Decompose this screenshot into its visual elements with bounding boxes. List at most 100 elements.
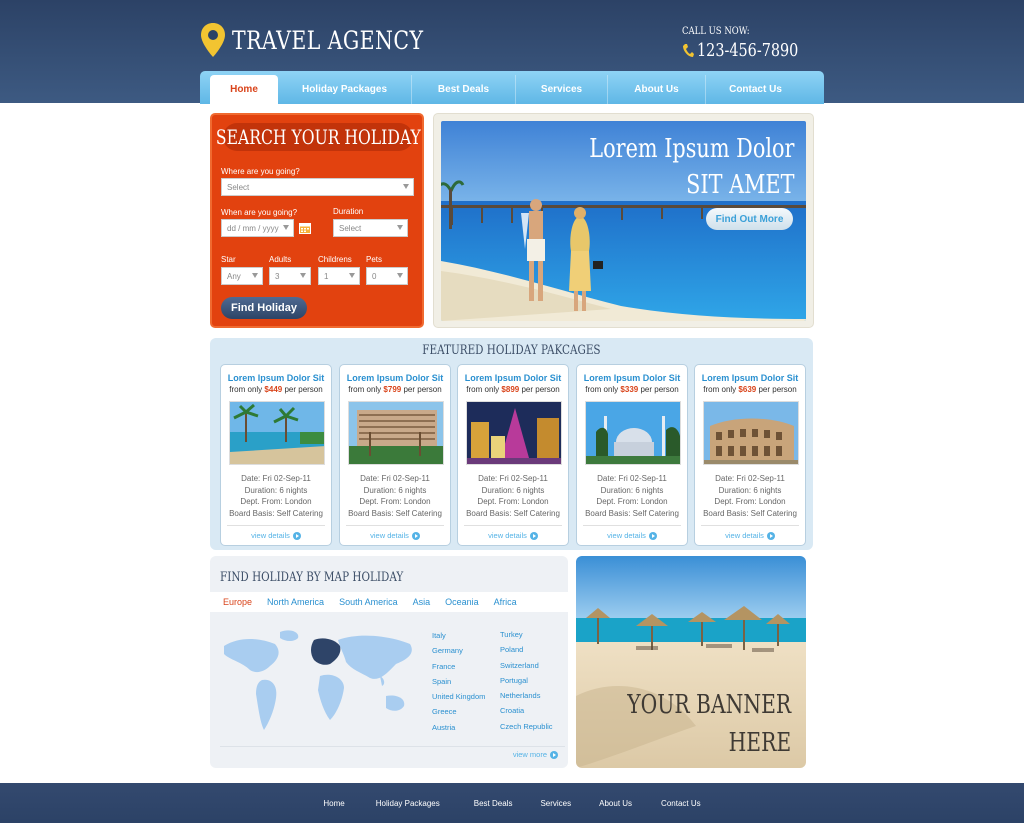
children-label: Childrens [318,255,352,264]
region-tabs: Europe North America South America Asia … [210,592,568,612]
call-us: CALL US NOW: 123-456-7890 [682,26,824,61]
footer-link-services[interactable]: Services [540,799,571,808]
package-card[interactable]: Lorem Ipsum Dolor Sit from only $339 per… [576,364,688,546]
divider [220,746,565,747]
tab-europe[interactable]: Europe [223,597,252,607]
calendar-icon[interactable] [299,222,311,234]
star-select[interactable]: Any [221,267,263,285]
arrow-right-icon [766,531,775,540]
footer-link-contact-us[interactable]: Contact Us [661,799,701,808]
country-link[interactable]: France [432,659,485,674]
logo[interactable]: TRAVEL AGENCY [200,22,465,58]
divider [227,525,325,526]
package-details: Date: Fri 02-Sep-11 Duration: 6 nights Dep… [585,474,679,518]
country-link[interactable]: Turkey [500,627,553,642]
package-price: from only $639 per person [703,385,797,394]
package-details: Date: Fri 02-Sep-11 Duration: 6 nights Dep… [229,474,323,518]
tab-oceania[interactable]: Oceania [445,597,479,607]
nav-contact-us[interactable]: Contact Us [705,75,805,104]
nav-holiday-packages[interactable]: Holiday Packages [278,75,411,104]
country-link[interactable]: Italy [432,628,485,643]
night-city-image [466,401,562,465]
arrow-right-icon [648,531,657,540]
hero-title: Lorem Ipsum Dolor SIT AMET [588,134,794,200]
nav-services[interactable]: Services [515,75,607,104]
chevron-down-icon [283,225,289,230]
footer-link-holiday-packages[interactable]: Holiday Packages [376,799,440,808]
world-map[interactable] [220,626,420,736]
arrow-right-icon [529,531,538,540]
package-title: Lorem Ipsum Dolor Sit [227,373,325,383]
divider [583,525,681,526]
search-title: SEARCH YOUR HOLIDAY [215,123,421,151]
call-label: CALL US NOW: [682,26,750,37]
country-link[interactable]: Greece [432,704,485,719]
divider [701,525,799,526]
find-holiday-button[interactable]: Find Holiday [221,297,307,319]
logo-title: TRAVEL AGENCY [232,25,424,55]
banner-text: YOUR BANNER HERE [627,690,791,758]
country-link[interactable]: Switzerland [500,658,553,673]
nav-about-us[interactable]: About Us [607,75,705,104]
arrow-right-icon [550,750,558,759]
date-input[interactable]: dd / mm / yyyy [221,219,294,237]
country-link[interactable]: United Kingdom [432,689,485,704]
children-select[interactable]: 1 [318,267,360,285]
pets-select[interactable]: 0 [366,267,408,285]
country-link[interactable]: Spain [432,674,485,689]
when-label: When are you going? [221,208,298,217]
view-more-link[interactable]: view more [513,750,558,759]
footer-link-best-deals[interactable]: Best Deals [474,799,513,808]
view-details-link[interactable]: view details [221,531,331,540]
destination-select[interactable]: Select [221,178,414,196]
footer-link-home[interactable]: Home [323,799,344,808]
view-details-link[interactable]: view details [340,531,450,540]
footer-link-about-us[interactable]: About Us [599,799,632,808]
nav-home[interactable]: Home [210,75,278,104]
duration-select[interactable]: Select [333,219,408,237]
mosque-image [585,401,681,465]
package-card[interactable]: Lorem Ipsum Dolor Sit from only $899 per… [457,364,569,546]
location-pin-icon [201,23,225,57]
map-title: FIND HOLIDAY BY MAP HOLIDAY [220,570,404,585]
arrow-right-icon [292,531,301,540]
package-details: Date: Fri 02-Sep-11 Duration: 6 nights Dep… [348,474,442,518]
package-card[interactable]: Lorem Ipsum Dolor Sit from only $639 per… [694,364,806,546]
tab-south-america[interactable]: South America [339,597,398,607]
country-link[interactable]: Austria [432,720,485,735]
package-title: Lorem Ipsum Dolor Sit [583,373,681,383]
tab-north-america[interactable]: North America [267,597,324,607]
country-link[interactable]: Czech Republic [500,719,553,734]
tab-africa[interactable]: Africa [494,597,517,607]
phone-icon [683,43,695,57]
country-link[interactable]: Netherlands [500,688,553,703]
country-link[interactable]: Portugal [500,673,553,688]
package-title: Lorem Ipsum Dolor Sit [346,373,444,383]
country-list-1: Italy Germany France Spain United Kingdo… [432,628,485,735]
package-title: Lorem Ipsum Dolor Sit [464,373,562,383]
country-link[interactable]: Germany [432,643,485,658]
divider [346,525,444,526]
country-link[interactable]: Poland [500,642,553,657]
view-details-link[interactable]: view details [458,531,568,540]
adults-label: Adults [269,255,292,264]
view-details-link[interactable]: view details [577,531,687,540]
phone-number[interactable]: 123-456-7890 [682,40,824,61]
package-title: Lorem Ipsum Dolor Sit [701,373,799,383]
duration-label: Duration [333,207,364,216]
ad-banner[interactable]: YOUR BANNER HERE [576,556,806,768]
package-details: Date: Fri 02-Sep-11 Duration: 6 nights Dep… [703,474,797,518]
view-details-link[interactable]: view details [695,531,805,540]
nav-best-deals[interactable]: Best Deals [411,75,515,104]
chevron-down-icon [403,184,409,189]
adults-select[interactable]: 3 [269,267,311,285]
package-card[interactable]: Lorem Ipsum Dolor Sit from only $449 per… [220,364,332,546]
chevron-down-icon [349,273,355,278]
hero-banner: Lorem Ipsum Dolor SIT AMET Find Out More [441,121,806,321]
package-card[interactable]: Lorem Ipsum Dolor Sit from only $799 per… [339,364,451,546]
tab-asia[interactable]: Asia [413,597,431,607]
find-out-more-button[interactable]: Find Out More [706,208,793,230]
country-link[interactable]: Croatia [500,703,553,718]
arrow-right-icon [411,531,420,540]
colosseum-image [703,401,799,465]
